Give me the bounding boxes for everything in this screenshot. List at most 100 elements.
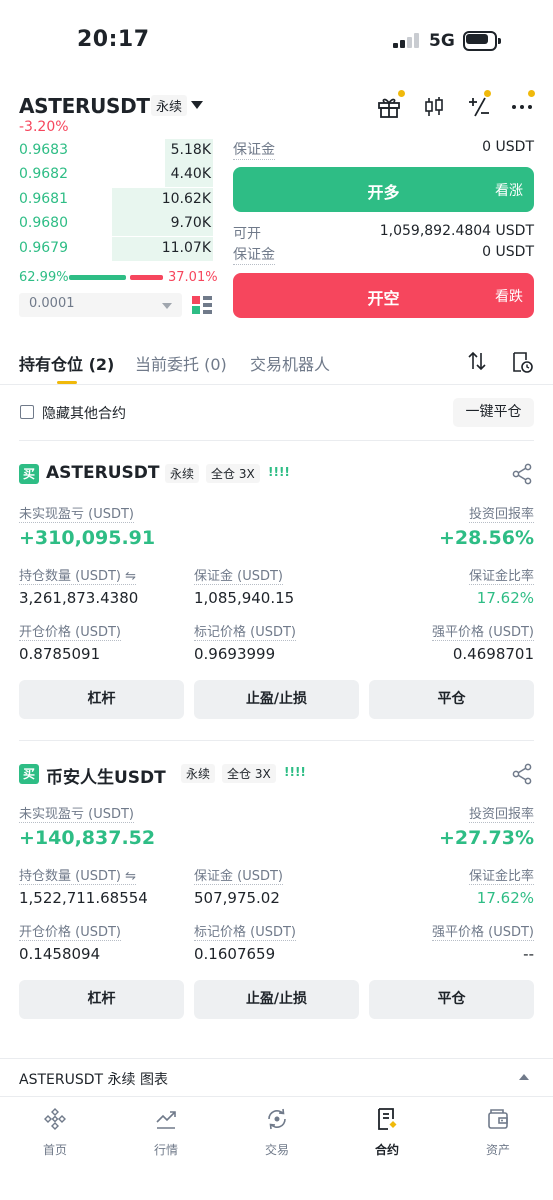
open-short-button[interactable]: 开空 看跌 xyxy=(233,273,534,318)
close-position-button[interactable]: 平仓 xyxy=(369,680,534,719)
nav-home[interactable]: 首页 xyxy=(15,1097,95,1167)
share-icon[interactable] xyxy=(511,763,533,785)
more-icon[interactable] xyxy=(510,94,536,120)
position-symbol[interactable]: 币安人生USDT xyxy=(46,763,166,788)
hide-other-checkbox[interactable] xyxy=(20,405,34,419)
buy-side-badge: 买 xyxy=(19,764,39,784)
margin-label: 保证金 (USDT) xyxy=(194,565,283,585)
nav-assets[interactable]: 资产 xyxy=(458,1097,538,1167)
chevron-down-icon[interactable] xyxy=(191,101,203,109)
symbol-title[interactable]: ASTERUSDT xyxy=(19,94,150,118)
margin-mode-tag: 全仓 3X xyxy=(222,764,276,783)
orderbook-row[interactable]: 0.9681 10.62K xyxy=(19,188,213,212)
candlestick-icon[interactable] xyxy=(421,94,447,120)
margin-ratio-value: 17.62% xyxy=(476,589,534,607)
perp-tag: 永续 xyxy=(181,764,216,783)
margin-mode-tag: 全仓 3X xyxy=(206,464,260,483)
nav-label: 行情 xyxy=(153,1143,178,1157)
status-time: 20:17 xyxy=(77,27,150,52)
position-size-label[interactable]: 持仓数量 (USDT) ⇋ xyxy=(19,565,137,585)
bearish-label: 看跌 xyxy=(495,289,523,305)
orderbook-price: 0.9680 xyxy=(19,215,68,231)
entry-price-value: 0.1458094 xyxy=(19,945,101,963)
home-icon xyxy=(44,1108,66,1130)
position-symbol[interactable]: ASTERUSDT xyxy=(46,463,159,483)
available-label: 可开 xyxy=(233,226,261,242)
orderbook-qty: 10.62K xyxy=(161,191,211,207)
battery-icon xyxy=(463,31,501,51)
position-size-value: 1,522,711.68554 xyxy=(19,889,148,907)
margin-value-top: 0 USDT xyxy=(482,139,534,155)
nav-trade[interactable]: 交易 xyxy=(237,1097,317,1167)
orderbook-price: 0.9683 xyxy=(19,142,68,158)
chart-toggle-bar[interactable]: ASTERUSDT 永续 图表 xyxy=(0,1058,553,1096)
margin-ratio-label: 保证金比率 xyxy=(468,865,534,885)
notification-dot xyxy=(528,90,535,97)
notification-dot xyxy=(398,90,405,97)
perp-tag: 永续 xyxy=(151,95,188,116)
orderbook-qty: 9.70K xyxy=(170,215,211,231)
markets-icon xyxy=(156,1111,176,1129)
divider xyxy=(19,440,534,441)
mark-price-label: 标记价格 (USDT) xyxy=(194,921,296,941)
share-icon[interactable] xyxy=(511,463,533,485)
history-icon[interactable] xyxy=(510,350,534,374)
liq-price-value: 0.4698701 xyxy=(452,645,534,663)
roe-value: +28.56% xyxy=(438,527,534,549)
close-all-button[interactable]: 一键平仓 xyxy=(453,398,534,427)
unrealized-pnl-label: 未实现盈亏 (USDT) xyxy=(19,503,134,523)
tpsl-button[interactable]: 止盈/止损 xyxy=(194,680,359,719)
orderbook-qty: 4.40K xyxy=(170,166,211,182)
orderbook-qty: 11.07K xyxy=(161,240,211,256)
nav-markets[interactable]: 行情 xyxy=(126,1097,206,1167)
trade-icon xyxy=(268,1108,286,1130)
divider xyxy=(19,740,534,741)
mark-price-value: 0.1607659 xyxy=(194,945,276,963)
buy-ratio-bar xyxy=(69,275,126,280)
open-long-button[interactable]: 开多 看涨 xyxy=(233,167,534,212)
perp-tag: 永续 xyxy=(165,464,200,483)
price-change: -3.20% xyxy=(19,119,69,135)
entry-price-label: 开仓价格 (USDT) xyxy=(19,621,121,641)
precision-select[interactable]: 0.0001 xyxy=(19,293,182,317)
roe-label: 投资回报率 xyxy=(468,803,534,823)
liq-price-label: 强平价格 (USDT) xyxy=(432,621,534,641)
gift-icon[interactable] xyxy=(376,94,402,120)
position-size-label[interactable]: 持仓数量 (USDT) ⇋ xyxy=(19,865,137,885)
sell-ratio-bar xyxy=(130,275,163,280)
orderbook-price: 0.9682 xyxy=(19,166,68,182)
futures-icon xyxy=(378,1108,397,1130)
buy-side-badge: 买 xyxy=(19,464,39,484)
orderbook-price: 0.9679 xyxy=(19,240,68,256)
orderbook-row[interactable]: 0.9679 11.07K xyxy=(19,237,213,261)
leverage-button[interactable]: 杠杆 xyxy=(19,680,184,719)
calculator-icon[interactable] xyxy=(466,94,492,120)
orderbook-row[interactable]: 0.9683 5.18K xyxy=(19,139,213,163)
nav-futures[interactable]: 合约 xyxy=(347,1097,427,1167)
leverage-button[interactable]: 杠杆 xyxy=(19,980,184,1019)
liq-price-label: 强平价格 (USDT) xyxy=(432,921,534,941)
network-type: 5G xyxy=(429,31,455,51)
nav-label: 首页 xyxy=(42,1143,67,1157)
sort-icon[interactable] xyxy=(466,350,488,372)
margin-ratio-label: 保证金比率 xyxy=(468,565,534,585)
close-position-button[interactable]: 平仓 xyxy=(369,980,534,1019)
entry-price-label: 开仓价格 (USDT) xyxy=(19,921,121,941)
unrealized-pnl-label: 未实现盈亏 (USDT) xyxy=(19,803,134,823)
mark-price-value: 0.9693999 xyxy=(194,645,276,663)
tpsl-button[interactable]: 止盈/止损 xyxy=(194,980,359,1019)
position-size-value: 3,261,873.4380 xyxy=(19,589,139,607)
nav-label: 合约 xyxy=(374,1143,399,1157)
chart-bar-label: ASTERUSDT 永续 图表 xyxy=(19,1072,168,1088)
open-short-label: 开空 xyxy=(367,289,400,308)
book-layout-icon[interactable] xyxy=(191,294,213,316)
tab-open-orders[interactable]: 当前委托 (0) xyxy=(135,351,227,375)
orderbook-row[interactable]: 0.9680 9.70K xyxy=(19,212,213,236)
tab-positions[interactable]: 持有仓位 (2) xyxy=(19,351,114,375)
bottom-nav: 首页 行情 交易 合约 资产 xyxy=(0,1096,553,1200)
nav-label: 交易 xyxy=(264,1143,289,1157)
orderbook-row[interactable]: 0.9682 4.40K xyxy=(19,163,213,187)
chevron-up-icon[interactable] xyxy=(519,1074,529,1080)
tab-trading-bots[interactable]: 交易机器人 xyxy=(250,351,330,375)
open-long-label: 开多 xyxy=(367,183,400,202)
